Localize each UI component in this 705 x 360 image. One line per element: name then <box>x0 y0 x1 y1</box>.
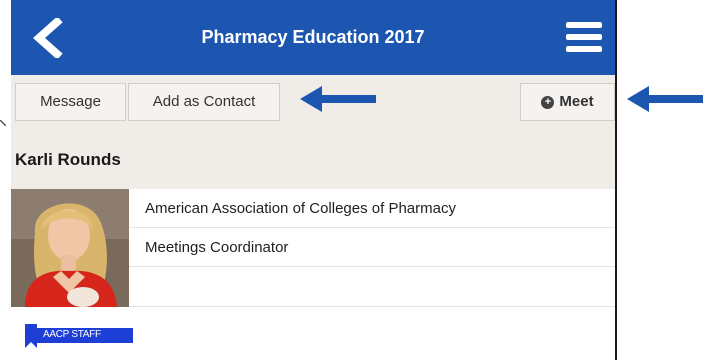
profile-photo <box>11 189 129 307</box>
meet-button[interactable]: + Meet <box>520 83 615 121</box>
add-contact-button[interactable]: Add as Contact <box>128 83 280 121</box>
edge-mark <box>0 120 6 126</box>
meet-label: Meet <box>559 93 594 110</box>
avatar <box>11 189 129 307</box>
left-arrow-icon <box>300 86 376 112</box>
app-screen: Pharmacy Education 2017 Message Add as C… <box>11 0 617 360</box>
job-title-field: Meetings Coordinator <box>129 228 615 267</box>
contact-name: Karli Rounds <box>15 150 121 169</box>
badge-label: AACP STAFF <box>43 329 101 340</box>
app-header: Pharmacy Education 2017 <box>11 0 615 75</box>
page-title: Pharmacy Education 2017 <box>201 27 425 47</box>
profile-card: American Association of Colleges of Phar… <box>11 189 615 307</box>
staff-badge: AACP STAFF <box>25 324 135 348</box>
plus-circle-icon: + <box>541 96 555 109</box>
message-button[interactable]: Message <box>15 83 126 121</box>
menu-button[interactable] <box>566 22 602 54</box>
empty-field <box>129 267 615 307</box>
organization-field: American Association of Colleges of Phar… <box>129 189 615 228</box>
hamburger-menu-icon <box>566 22 602 28</box>
left-arrow-icon <box>627 86 703 112</box>
